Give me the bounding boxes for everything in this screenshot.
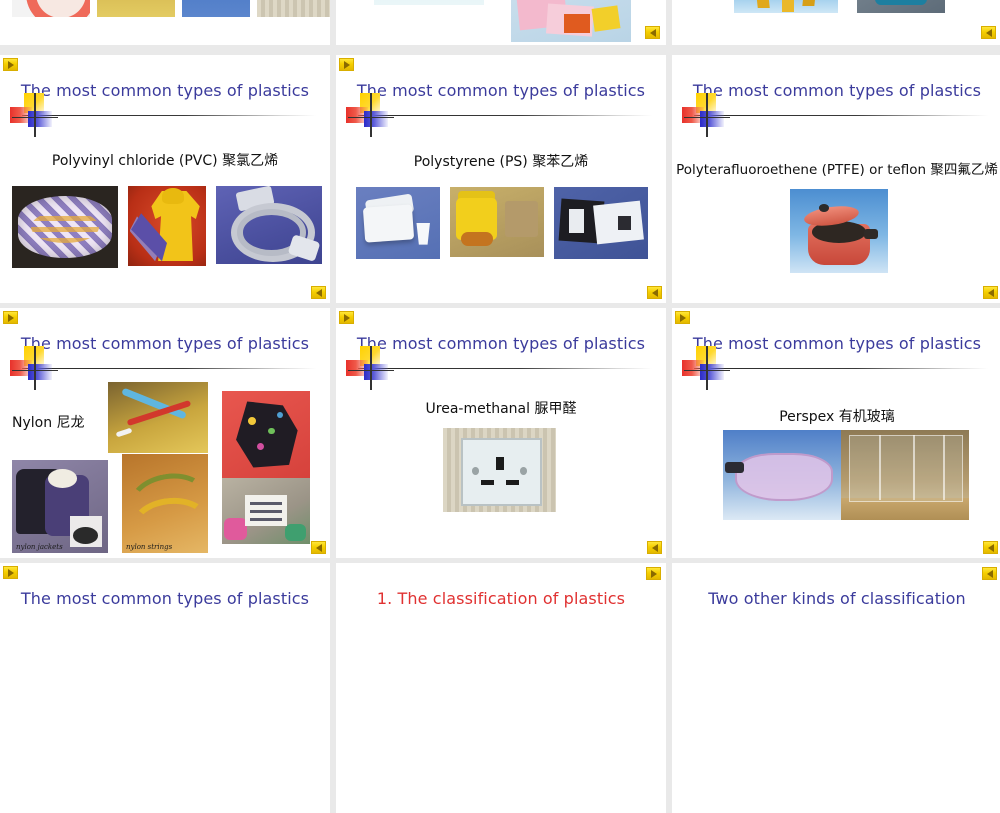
play-right-icon — [7, 568, 14, 577]
slide-caption: Nylon 尼龙 — [12, 415, 85, 431]
play-left-icon — [651, 288, 658, 297]
play-right-icon — [7, 60, 14, 69]
photo-caption: nylon jackets — [16, 543, 63, 551]
next-slide-button[interactable] — [646, 567, 661, 580]
prev-slide-button[interactable] — [982, 567, 997, 580]
slide-panel[interactable]: 1. The classification of plastics — [336, 563, 666, 813]
slide-panel[interactable]: The most common types of plastics Polyte… — [672, 55, 1000, 303]
nylon-jackets-photo: nylon jackets — [12, 460, 108, 553]
prev-slide-button[interactable] — [645, 26, 660, 39]
next-slide-button[interactable] — [3, 566, 18, 579]
nylon-strings-photo: nylon strings — [122, 454, 208, 553]
next-slide-button[interactable] — [3, 311, 18, 324]
decor-logo — [346, 93, 398, 137]
slide-title: Two other kinds of classification — [708, 589, 966, 608]
play-right-icon — [343, 313, 350, 322]
title-rule — [22, 115, 316, 116]
title-rule — [694, 368, 988, 369]
raincoat-umbrella-photo — [128, 186, 206, 266]
slide-panel[interactable] — [672, 0, 1000, 45]
play-left-icon — [987, 288, 994, 297]
slide-panel[interactable]: The most common types of plastics Nylon … — [0, 308, 330, 558]
prev-slide-button[interactable] — [311, 541, 326, 554]
nylon-label-photo — [222, 478, 310, 544]
slide-caption: Urea-methanal 脲甲醛 — [425, 401, 577, 417]
title-rule — [22, 368, 316, 369]
slide-panel[interactable]: The most common types of plastics Polyst… — [336, 55, 666, 303]
pale-wash-photo — [374, 0, 484, 5]
prev-slide-button[interactable] — [983, 286, 998, 299]
yellow-stool-photo — [734, 0, 838, 13]
play-right-icon — [343, 60, 350, 69]
play-right-icon — [679, 313, 686, 322]
teflon-pot-photo — [790, 189, 888, 273]
prev-slide-button[interactable] — [983, 541, 998, 554]
slide-caption: Polyvinyl chloride (PVC) 聚氯乙烯 — [51, 153, 279, 169]
title-rule — [358, 115, 652, 116]
toothbrush-photo — [97, 0, 175, 17]
packing-foam-photo — [554, 187, 648, 259]
photo-caption: nylon strings — [126, 543, 173, 551]
blue-bottle-photo — [857, 0, 945, 13]
patterned-bag-photo — [222, 391, 310, 478]
play-left-icon — [315, 543, 322, 552]
prev-slide-button[interactable] — [647, 541, 662, 554]
title-rule — [358, 368, 652, 369]
wall-socket-photo — [443, 428, 556, 512]
slide-title: The most common types of plastics — [20, 589, 310, 608]
socket-photo — [257, 0, 330, 17]
glass-squash-court-photo — [841, 430, 969, 520]
slide-panel[interactable]: The most common types of plastics Urea-m… — [336, 308, 666, 558]
title-rule — [694, 115, 988, 116]
slide-caption: Polystyrene (PS) 聚苯乙烯 — [413, 154, 589, 170]
play-left-icon — [649, 28, 656, 37]
safety-goggles-photo — [723, 430, 841, 520]
slide-caption: Polyterafluoroethene (PTFE) or teflon 聚四… — [676, 162, 998, 178]
play-left-icon — [315, 288, 322, 297]
goggles-photo — [182, 0, 250, 17]
prev-slide-button[interactable] — [311, 286, 326, 299]
slide-panel[interactable] — [336, 0, 666, 45]
play-left-icon — [651, 543, 658, 552]
tablecloth-photo — [12, 186, 118, 268]
slide-panel[interactable]: Two other kinds of classification — [672, 563, 1000, 813]
next-slide-button[interactable] — [675, 311, 690, 324]
play-right-icon — [650, 569, 657, 578]
play-left-icon — [986, 569, 993, 578]
play-left-icon — [987, 543, 994, 552]
slide-panel[interactable] — [0, 0, 330, 45]
next-slide-button[interactable] — [3, 58, 18, 71]
electric-cable-photo — [216, 186, 322, 264]
pink-mat-set-photo — [511, 0, 631, 42]
decor-logo — [10, 346, 62, 390]
play-right-icon — [7, 313, 14, 322]
slide-panel[interactable]: The most common types of plastics Polyvi… — [0, 55, 330, 303]
slide-grid: The most common types of plastics Polyvi… — [0, 0, 1000, 813]
decor-logo — [10, 93, 62, 137]
slide-panel[interactable]: The most common types of plastics Perspe… — [672, 308, 1000, 558]
next-slide-button[interactable] — [339, 58, 354, 71]
prev-slide-button[interactable] — [647, 286, 662, 299]
slide-caption: Perspex 有机玻璃 — [779, 409, 895, 425]
next-slide-button[interactable] — [339, 311, 354, 324]
pink-ring-photo — [12, 0, 90, 17]
decor-logo — [682, 346, 734, 390]
slide-title: 1. The classification of plastics — [376, 589, 626, 608]
decor-logo — [346, 346, 398, 390]
foam-lunchbox-photo — [356, 187, 440, 259]
yellow-takeaway-photo — [450, 187, 544, 257]
slide-panel[interactable]: The most common types of plastics — [0, 563, 330, 813]
prev-slide-button[interactable] — [981, 26, 996, 39]
play-left-icon — [985, 28, 992, 37]
decor-logo — [682, 93, 734, 137]
